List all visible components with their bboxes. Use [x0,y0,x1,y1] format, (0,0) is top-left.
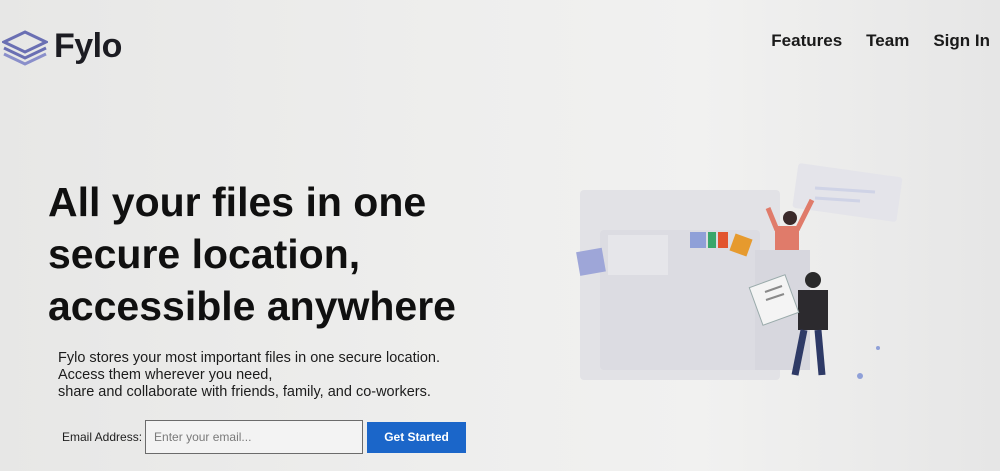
get-started-button[interactable]: Get Started [367,421,467,453]
hero-subtitle-line: Fylo stores your most important files in… [58,350,440,366]
people-with-files-illustration [576,163,903,380]
brand-logo[interactable]: Fylo [2,26,122,66]
email-input[interactable] [145,420,364,454]
hero-subtitle: Fylo stores your most important files in… [58,350,518,401]
nav-link-team[interactable]: Team [866,31,909,51]
nav-link-sign-in[interactable]: Sign In [933,31,990,51]
nav-link-features[interactable]: Features [771,31,842,51]
signup-form: Email Address: Get Started [62,420,467,454]
stacked-layers-icon [2,30,48,66]
hero-title: All your files in one secure location, a… [48,179,456,329]
hero-subtitle-line: share and collaborate with friends, fami… [58,384,431,400]
email-label: Email Address: [62,430,143,444]
top-nav: Features Team Sign In [771,31,990,51]
brand-name: Fylo [54,27,122,65]
hero-subtitle-line: Access them wherever you need, [58,367,273,383]
landing-page: Fylo Features Team Sign In All your file… [0,0,1000,471]
